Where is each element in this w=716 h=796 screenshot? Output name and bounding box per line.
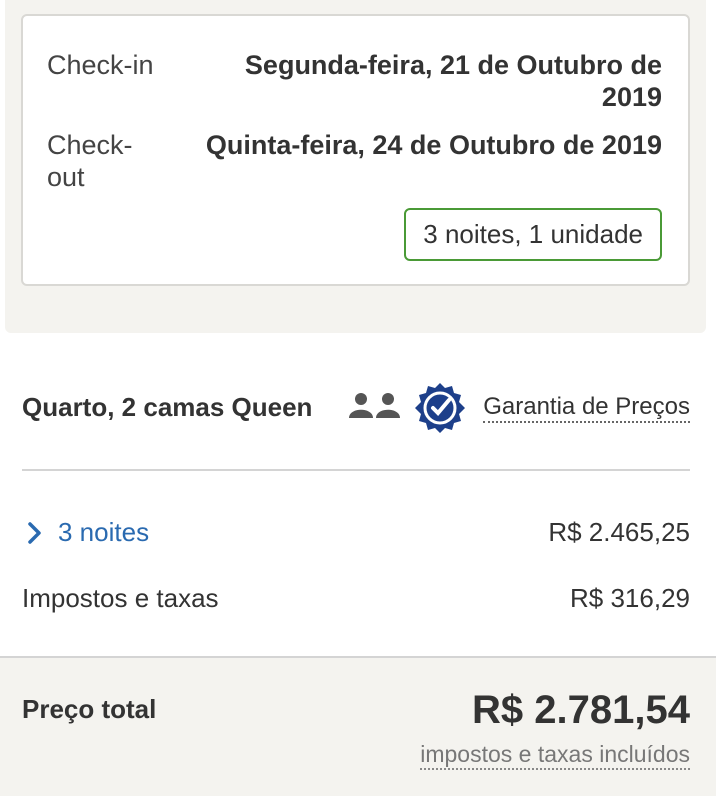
total-panel: Preço total R$ 2.781,54 impostos e taxas… (0, 656, 716, 796)
taxes-label: Impostos e taxas (22, 583, 219, 613)
checkout-label-line2: out (47, 162, 85, 192)
checkin-label: Check-in (47, 50, 154, 80)
checkout-label: Check- out (47, 129, 133, 193)
checkin-value: Segunda-feira, 21 de Outubro de 2019 (245, 49, 662, 113)
checkin-value-line2: 2019 (601, 82, 662, 112)
dates-card: Check-in Segunda-feira, 21 de Outubro de… (21, 14, 690, 286)
nights-breakdown-toggle[interactable]: 3 noites (26, 517, 149, 548)
stay-summary-badge: 3 noites, 1 unidade (404, 208, 662, 261)
total-price: R$ 2.781,54 (472, 688, 690, 732)
chevron-right-icon (28, 521, 41, 544)
room-name: Quarto, 2 camas Queen (22, 392, 313, 422)
nights-link-label: 3 noites (58, 517, 150, 547)
taxes-included-note[interactable]: impostos e taxas incluídos (420, 741, 690, 770)
price-guarantee-badge-icon (415, 383, 465, 433)
checkout-value: Quinta-feira, 24 de Outubro de 2019 (205, 130, 662, 160)
room-row: Quarto, 2 camas Queen Garantia de Preços (22, 380, 690, 438)
price-guarantee-link[interactable]: Garantia de Preços (483, 393, 690, 423)
checkout-label-line1: Check- (47, 130, 133, 160)
people-icon (349, 393, 400, 418)
divider (22, 469, 690, 471)
checkin-value-line1: Segunda-feira, 21 de Outubro de (244, 50, 662, 80)
taxes-price: R$ 316,29 (570, 583, 690, 613)
nights-price: R$ 2.465,25 (548, 517, 690, 547)
total-label: Preço total (22, 694, 157, 724)
